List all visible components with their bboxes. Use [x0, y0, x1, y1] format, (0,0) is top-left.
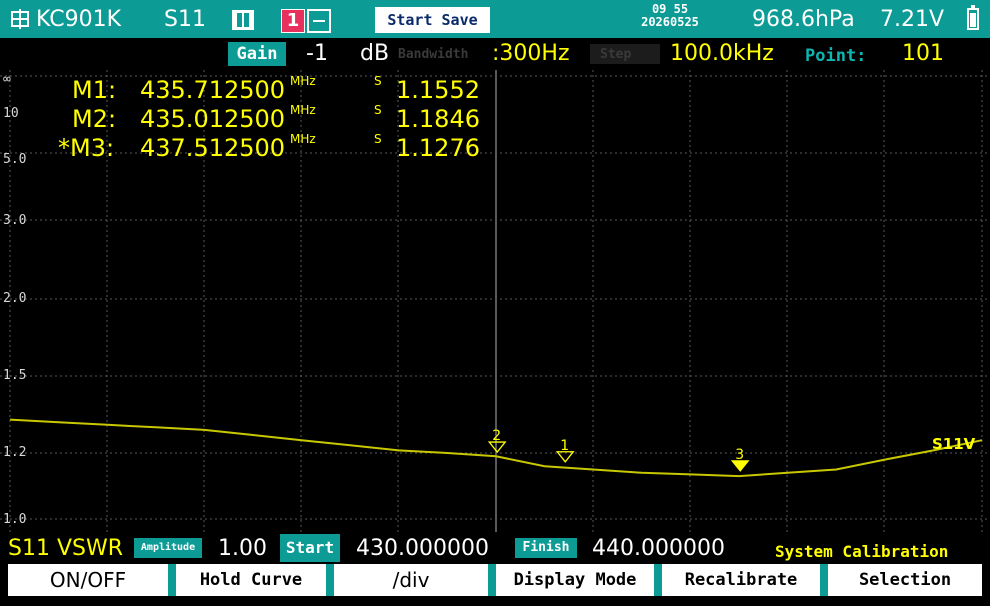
pause-icon[interactable]	[232, 10, 254, 30]
trace-format: S11 VSWR	[8, 536, 124, 561]
marker-unit: MHz	[290, 74, 316, 88]
start-frequency: 430.000000	[356, 536, 489, 561]
battery-voltage: 7.21V	[880, 7, 945, 32]
finish-label[interactable]: Finish	[515, 538, 577, 558]
marker-frequency: 437.512500	[140, 134, 286, 162]
marker-flag-label: 3	[735, 447, 744, 463]
softkey-divider	[168, 564, 176, 596]
marker-value: 1.1846	[396, 105, 480, 133]
y-tick: 1.5	[3, 368, 27, 383]
trace-label: S11V	[932, 435, 976, 453]
hold-curve-button[interactable]: Hold Curve	[176, 564, 326, 596]
step-value: 100.0kHz	[670, 41, 774, 66]
clock-date: 20260525	[641, 15, 699, 29]
gain-unit: dB	[360, 41, 390, 66]
amplitude-label[interactable]: Amplitude	[134, 538, 202, 558]
amplitude-value: 1.00	[218, 536, 267, 561]
marker-value: 1.1552	[396, 76, 480, 104]
on-off-button[interactable]: ON/OFF	[8, 564, 168, 596]
device-logo-icon	[11, 9, 29, 29]
recalibrate-button[interactable]: Recalibrate	[662, 564, 820, 596]
battery-icon	[967, 5, 979, 30]
plot-area[interactable]: 123 ∞ 10 5.0 3.0 2.0 1.5 1.2 1.0 M1: 435…	[0, 70, 990, 532]
bandwidth-value: :300Hz	[492, 41, 570, 66]
per-div-button[interactable]: /div	[334, 564, 488, 596]
clock: 09 55 20260525	[640, 3, 700, 29]
display-mode-button[interactable]: Display Mode	[496, 564, 654, 596]
status-bar: KC901K S11 1 Start Save 09 55 20260525 9…	[0, 0, 990, 38]
info-bar: S11 VSWR Amplitude 1.00 Start 430.000000…	[0, 532, 990, 564]
marker-param: S	[374, 74, 382, 88]
y-tick: 3.0	[3, 213, 27, 228]
marker-value: 1.1276	[396, 134, 480, 162]
point-value: 101	[902, 41, 944, 66]
start-save-button[interactable]: Start Save	[375, 7, 490, 33]
bandwidth-label[interactable]: Bandwidth	[398, 47, 468, 62]
y-tick: 2.0	[3, 291, 27, 306]
pressure-readout: 968.6hPa	[752, 7, 855, 32]
analyzer-screen: KC901K S11 1 Start Save 09 55 20260525 9…	[0, 0, 990, 606]
marker-name: M1:	[72, 76, 117, 104]
finish-frequency: 440.000000	[592, 536, 725, 561]
marker-frequency: 435.012500	[140, 105, 286, 133]
system-calibration-status: System Calibration	[775, 542, 949, 561]
softkey-divider	[326, 564, 334, 596]
single-trace-icon[interactable]: 1	[281, 9, 305, 33]
step-label-box[interactable]: Step	[590, 44, 660, 64]
settings-bar: Gain -1 dB Bandwidth :300Hz Step 100.0kH…	[0, 38, 990, 70]
device-model: KC901K	[36, 7, 122, 32]
marker-name: M2:	[72, 105, 117, 133]
marker-frequency: 435.712500	[140, 76, 286, 104]
start-label[interactable]: Start	[280, 534, 340, 562]
marker-name: *M3:	[58, 134, 115, 162]
y-tick: 1.2	[3, 445, 27, 460]
softkey-divider	[654, 564, 662, 596]
marker-readout-m1: M1: 435.712500 MHz S 1.1552	[0, 74, 500, 104]
softkey-bar: ON/OFF Hold Curve /div Display Mode Reca…	[0, 564, 990, 606]
measurement-mode: S11	[164, 7, 206, 32]
marker-readout-m2: M2: 435.012500 MHz S 1.1846	[0, 103, 500, 133]
marker-flag-label: 2	[492, 428, 501, 444]
softkey-divider	[820, 564, 828, 596]
y-tick: 1.0	[3, 512, 27, 527]
softkey-divider	[488, 564, 496, 596]
marker-unit: MHz	[290, 103, 316, 117]
step-label: Step	[600, 47, 632, 62]
point-label[interactable]: Point:	[805, 46, 866, 66]
marker-param: S	[374, 103, 382, 117]
gain-label[interactable]: Gain	[228, 42, 286, 66]
marker-readout-m3: *M3: 437.512500 MHz S 1.1276	[0, 132, 500, 162]
marker-unit: MHz	[290, 132, 316, 146]
gain-value: -1	[306, 41, 328, 66]
marker-param: S	[374, 132, 382, 146]
selection-button[interactable]: Selection	[828, 564, 982, 596]
marker-flag-label: 1	[560, 438, 569, 454]
minus-icon[interactable]	[307, 9, 331, 33]
